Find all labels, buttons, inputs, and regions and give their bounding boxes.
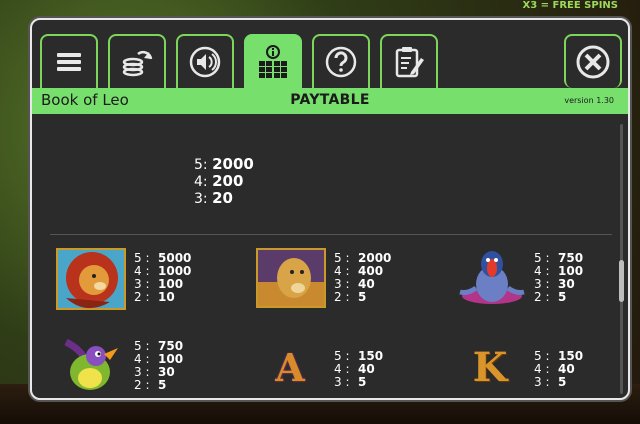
- notes-icon: [395, 47, 424, 78]
- paytable-dialog: Book of Leo PAYTABLE version 1.30 5: 200…: [30, 18, 630, 400]
- lion-pays: 5 :5000 4 :1000 3 :100 2 :10: [134, 251, 192, 304]
- baboon-symbol: [454, 246, 530, 314]
- coins-refresh-button[interactable]: [108, 34, 166, 88]
- version-label: version 1.30: [564, 96, 614, 105]
- letter-k-pays: 5 :150 4 :40 3 :5: [534, 349, 584, 389]
- sound-icon: [189, 46, 221, 78]
- letter-a-symbol: A: [264, 344, 316, 390]
- sound-button[interactable]: [176, 34, 234, 88]
- page-title: PAYTABLE: [290, 92, 370, 108]
- letter-a-pays: 5 :150 4 :40 3 :5: [334, 349, 384, 389]
- lioness-symbol: [256, 248, 326, 314]
- paytable-icon: [259, 45, 287, 78]
- paytable-content[interactable]: 5: 2000 4: 200 3: 20 5 :5000 4 :1000 3 :…: [32, 114, 628, 398]
- bird-symbol: [60, 336, 122, 398]
- help-icon: [325, 46, 357, 78]
- letter-k-glyph: K: [472, 343, 508, 391]
- bird-pays: 5 :750 4 :100 3 :30 2 :5: [134, 339, 184, 392]
- free-spins-hint: X3 = FREE SPINS: [522, 0, 618, 11]
- lioness-pays: 5 :2000 4 :400 3 :40 2 :5: [334, 251, 392, 304]
- paytable-tab[interactable]: [244, 34, 302, 88]
- book-symbol-pays: 5: 2000 4: 200 3: 20: [194, 156, 254, 207]
- divider: [50, 234, 612, 235]
- lion-symbol: [56, 248, 126, 318]
- toolbar: [32, 20, 628, 90]
- scrollbar-track[interactable]: [620, 124, 623, 394]
- pay-row: 4: 200: [194, 172, 244, 190]
- pay-row: 3: 20: [194, 189, 233, 207]
- letter-a-glyph: A: [275, 344, 305, 390]
- menu-icon: [57, 53, 81, 71]
- close-button[interactable]: [564, 34, 622, 88]
- help-button[interactable]: [312, 34, 370, 88]
- menu-button[interactable]: [40, 34, 98, 88]
- header-bar: Book of Leo PAYTABLE version 1.30: [32, 88, 628, 114]
- pay-row: 5: 2000: [194, 155, 254, 173]
- scrollbar-thumb[interactable]: [619, 260, 624, 302]
- close-icon: [576, 45, 610, 79]
- coins-refresh-icon: [122, 50, 153, 77]
- letter-k-symbol: K: [464, 343, 516, 391]
- notes-button[interactable]: [380, 34, 438, 88]
- baboon-pays: 5 :750 4 :100 3 :30 2 :5: [534, 251, 584, 304]
